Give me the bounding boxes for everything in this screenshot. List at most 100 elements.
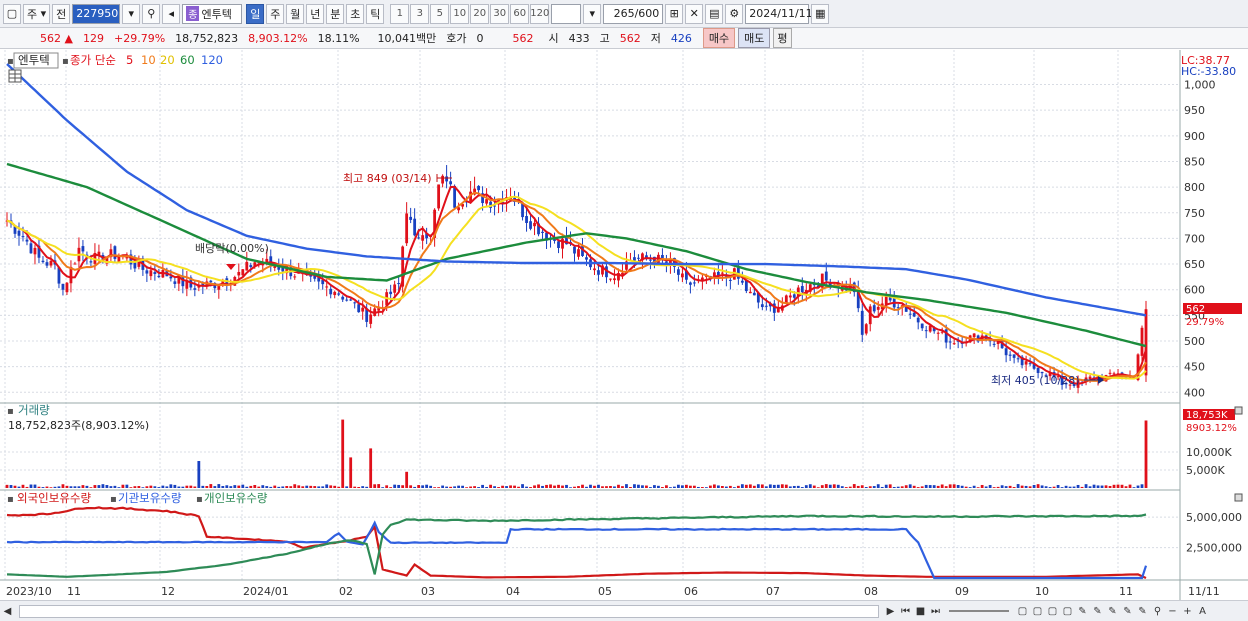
sell-button[interactable]: 매도 [738, 28, 771, 48]
empty-select[interactable] [551, 3, 582, 24]
volume-bar [784, 484, 788, 488]
tool2-icon[interactable]: ✎ [1090, 604, 1105, 619]
interval-button-3[interactable]: 3 [410, 3, 430, 24]
zoom-box4-icon[interactable]: ▢ [1060, 604, 1075, 619]
volume-bar [165, 486, 169, 488]
draw-icon[interactable]: ✎ [1075, 604, 1090, 619]
stock-name-field[interactable]: 종 엔투텍 [182, 3, 243, 24]
magnifier-icon[interactable]: ⚲ [1150, 604, 1165, 619]
select-dropdown-icon[interactable]: ▾ [583, 3, 602, 24]
volume-bar [1140, 484, 1144, 488]
volume-bar [573, 486, 576, 488]
interval-button-20[interactable]: 20 [470, 3, 490, 24]
gear-icon[interactable]: ⚙ [725, 3, 744, 24]
volume-bar [1032, 485, 1036, 488]
current-price: 562 ▲ [40, 31, 73, 45]
volume-panel-close-icon[interactable] [1234, 406, 1243, 415]
period-tab-2[interactable]: 월 [286, 3, 305, 24]
ownership-panel-close-icon[interactable] [1234, 493, 1243, 502]
save-icon[interactable]: ▤ [705, 3, 724, 24]
candle-body [613, 278, 616, 281]
candle-body [353, 302, 357, 304]
volume-bar [1004, 486, 1008, 488]
volume-bar [924, 484, 928, 488]
period-tab-5[interactable]: 초 [346, 3, 365, 24]
chart-window-icon[interactable]: ▢ [3, 3, 21, 24]
font-icon[interactable]: A [1195, 604, 1210, 619]
period-tab-1[interactable]: 주 [266, 3, 285, 24]
candle-body [341, 296, 345, 300]
scroll-track[interactable] [19, 604, 879, 618]
interval-button-1[interactable]: 1 [390, 3, 410, 24]
stock-code-input[interactable]: 227950 [72, 3, 121, 24]
menu-code-select[interactable]: 주 ▾ [23, 3, 51, 24]
crosshair-icon[interactable]: ✕ [685, 3, 704, 24]
volume-bar [497, 487, 500, 488]
volume-bar [441, 485, 445, 488]
search-icon[interactable]: ⚲ [142, 3, 161, 24]
volume-bar [285, 486, 289, 488]
volume-bar [1116, 484, 1120, 488]
interval-button-10[interactable]: 10 [450, 3, 470, 24]
candle-body [45, 262, 49, 266]
zoom-in-icon[interactable]: + [1180, 604, 1195, 619]
calendar-icon[interactable]: ▦ [811, 3, 830, 24]
period-tab-6[interactable]: 틱 [366, 3, 385, 24]
volume-bar [365, 486, 369, 488]
volume-bar [21, 484, 25, 488]
volume-bar [533, 485, 536, 488]
interval-button-120[interactable]: 120 [530, 3, 549, 24]
stop-icon[interactable]: ■ [913, 604, 928, 619]
candle-body [593, 268, 596, 271]
period-tab-0[interactable]: 일 [246, 3, 265, 24]
hoga-label: 호가 [446, 32, 467, 45]
stock-chart[interactable]: 4004505005506006507007508008509009501,00… [0, 50, 1248, 600]
flat-button[interactable]: 평 [773, 28, 792, 48]
legend-sep2-icon: ▪ [196, 494, 203, 505]
zoom-box2-icon[interactable]: ▢ [1030, 604, 1045, 619]
volume-bar [289, 486, 293, 488]
interval-button-5[interactable]: 5 [430, 3, 450, 24]
candle-body [29, 243, 33, 254]
candle-body [1028, 363, 1032, 365]
rewind-icon[interactable]: ⏮ [898, 604, 913, 619]
volume-bar [477, 487, 480, 488]
tool3-icon[interactable]: ✎ [1105, 604, 1120, 619]
volume-bar [936, 485, 940, 488]
volume-bar [65, 485, 69, 488]
zoom-out-icon[interactable]: − [1165, 604, 1180, 619]
count-field[interactable]: 265/600 [603, 3, 664, 24]
volume-bar [788, 486, 792, 488]
candle-body [1108, 372, 1112, 374]
scroll-left-icon[interactable]: ◀ [0, 604, 15, 619]
period-tab-4[interactable]: 분 [326, 3, 345, 24]
price-tick-label: 1,000 [1184, 79, 1216, 92]
tool4-icon[interactable]: ✎ [1120, 604, 1135, 619]
volume-bar [301, 486, 305, 488]
volume-bar [1016, 484, 1020, 488]
buy-button[interactable]: 매수 [702, 28, 736, 48]
scroll-right-icon[interactable]: ▶ [883, 604, 898, 619]
code-dropdown-icon[interactable]: ▾ [122, 3, 141, 24]
zoom-box3-icon[interactable]: ▢ [1045, 604, 1060, 619]
volume-bar [309, 485, 313, 488]
candle-body [349, 299, 353, 301]
layout-icon[interactable]: ⊞ [665, 3, 684, 24]
candle-body [637, 257, 640, 259]
interval-button-60[interactable]: 60 [510, 3, 530, 24]
interval-button-30[interactable]: 30 [490, 3, 510, 24]
volume-bar [577, 486, 580, 488]
legend-ma20: 20 [160, 53, 175, 67]
zoom-slider[interactable] [949, 610, 1009, 612]
speaker-icon[interactable]: ◂ [162, 3, 181, 24]
volume-bar [213, 486, 217, 488]
candle-body [557, 241, 560, 248]
date-field[interactable]: 2024/11/11 [745, 3, 813, 24]
tool5-icon[interactable]: ✎ [1135, 604, 1150, 619]
fast-forward-icon[interactable]: ⏭ [928, 604, 943, 619]
prev-button[interactable]: 전 [52, 3, 71, 24]
legend-stock-name: 엔투텍 [18, 53, 50, 67]
zoom-box-icon[interactable]: ▢ [1015, 604, 1030, 619]
volume-bar [437, 487, 441, 488]
period-tab-3[interactable]: 년 [306, 3, 325, 24]
